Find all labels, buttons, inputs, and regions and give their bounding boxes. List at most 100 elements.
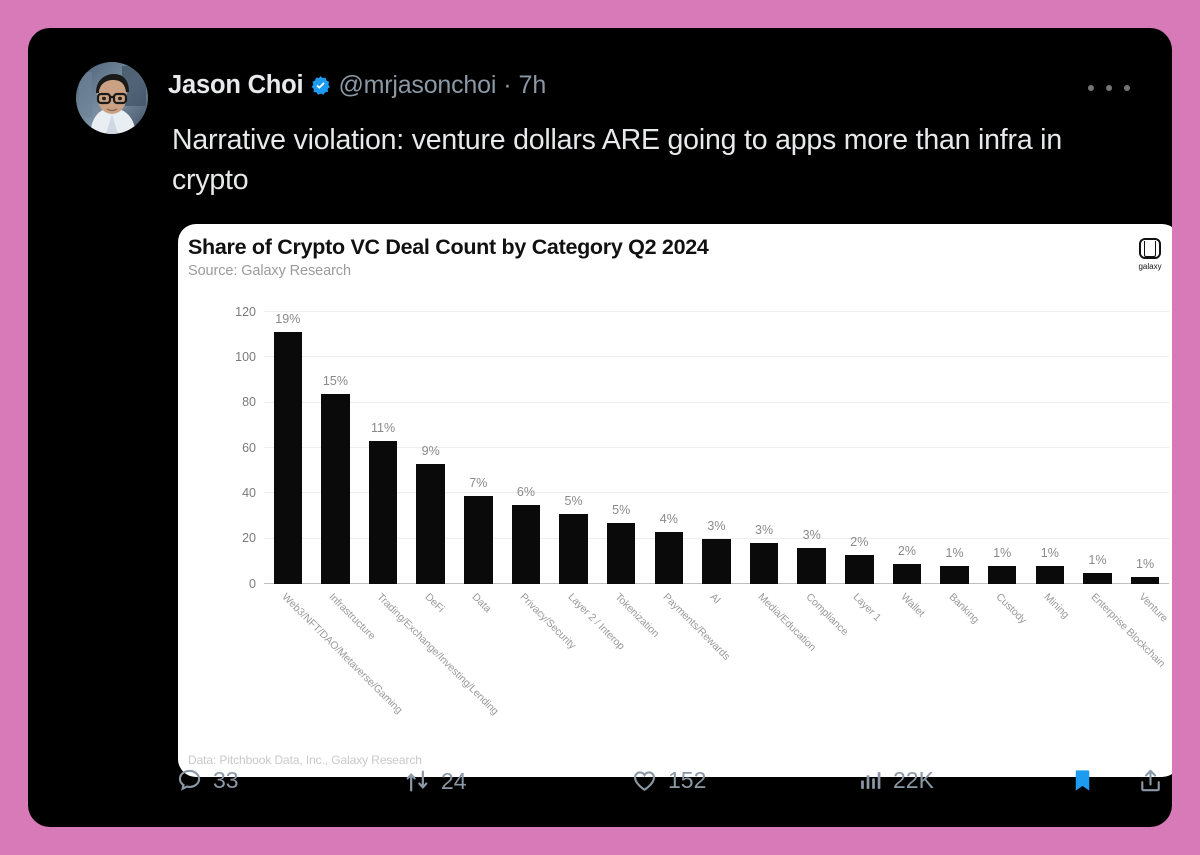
- chart-bar-group: 15%Infrastructure: [312, 312, 360, 584]
- chart-bar-group: 3%Compliance: [788, 312, 836, 584]
- bar-value-label: 6%: [517, 485, 535, 499]
- x-axis-category-label: Infrastructure: [327, 591, 378, 642]
- chart-bar: [655, 532, 684, 584]
- heart-icon: [631, 767, 658, 794]
- chart-bar-group: 5%Tokenization: [597, 312, 645, 584]
- chart-bar: [559, 514, 588, 584]
- x-axis-category-label: Mining: [1041, 591, 1071, 621]
- reply-count: 33: [213, 767, 239, 794]
- bar-value-label: 1%: [946, 546, 964, 560]
- bar-value-label: 1%: [1088, 553, 1106, 567]
- chart-bar: [988, 566, 1017, 584]
- share-button[interactable]: [1137, 767, 1164, 794]
- bar-value-label: 1%: [1041, 546, 1059, 560]
- timestamp[interactable]: 7h: [519, 71, 547, 100]
- tweet-actions: 33 24 152: [28, 763, 1172, 809]
- chart-bar: [416, 464, 445, 584]
- like-button[interactable]: 152: [631, 767, 706, 794]
- x-axis-category-label: Payments/Rewards: [660, 591, 732, 663]
- chart-bar: [845, 555, 874, 584]
- chart-bar-group: 5%Layer 2 / Interop: [550, 312, 598, 584]
- views-button[interactable]: 22K: [858, 767, 934, 794]
- chart-bar-group: 7%Data: [455, 312, 503, 584]
- share-icon: [1137, 767, 1164, 794]
- chart-bar: [797, 548, 826, 584]
- x-axis-category-label: Custody: [994, 591, 1029, 626]
- retweet-button[interactable]: 24: [403, 767, 467, 795]
- bar-value-label: 3%: [803, 528, 821, 542]
- display-name[interactable]: Jason Choi: [168, 71, 303, 100]
- galaxy-logo-icon: galaxy: [1132, 238, 1168, 271]
- bookmark-filled-icon: [1069, 767, 1096, 794]
- chart-bar-group: 1%Venture: [1121, 312, 1169, 584]
- chart-image-card[interactable]: Share of Crypto VC Deal Count by Categor…: [178, 224, 1172, 777]
- chart-bar-group: 1%Custody: [978, 312, 1026, 584]
- x-axis-category-label: Data: [470, 591, 494, 615]
- bar-value-label: 3%: [707, 519, 725, 533]
- chart-subtitle: Source: Galaxy Research: [188, 263, 351, 279]
- chart-bar: [369, 441, 398, 584]
- separator: ·: [503, 71, 511, 100]
- more-options-icon[interactable]: [1088, 76, 1130, 100]
- avatar[interactable]: [76, 62, 148, 134]
- bar-value-label: 9%: [422, 444, 440, 458]
- bar-value-label: 15%: [323, 374, 348, 388]
- chart-bar: [940, 566, 969, 584]
- reply-icon: [176, 767, 203, 794]
- bar-value-label: 19%: [275, 312, 300, 326]
- bar-value-label: 11%: [371, 421, 395, 435]
- bar-value-label: 5%: [565, 494, 583, 508]
- tweet-author: Jason Choi @mrjasonchoi · 7h: [168, 71, 546, 100]
- chart-bar: [321, 394, 350, 584]
- bar-value-label: 5%: [612, 503, 630, 517]
- chart-bar-group: 1%Enterprise Blockchain: [1074, 312, 1122, 584]
- chart-bar-group: 2%Layer 1: [836, 312, 884, 584]
- tweet-header: Jason Choi @mrjasonchoi · 7h: [50, 46, 1150, 116]
- y-axis-tick-label: 20: [242, 531, 256, 545]
- retweet-count: 24: [441, 768, 467, 795]
- like-count: 152: [668, 767, 706, 794]
- y-axis-tick-label: 0: [249, 577, 256, 591]
- handle[interactable]: @mrjasonchoi: [338, 71, 496, 100]
- chart-bar-group: 1%Mining: [1026, 312, 1074, 584]
- x-axis-category-label: AI: [708, 591, 723, 606]
- chart-bar-group: 3%AI: [693, 312, 741, 584]
- bar-value-label: 1%: [1136, 557, 1154, 571]
- chart-bar: [274, 332, 303, 584]
- chart-bar: [893, 564, 922, 584]
- chart-bar: [512, 505, 541, 584]
- bookmark-button[interactable]: [1069, 767, 1096, 794]
- chart-bar-group: 19%Web3/NFT/DAO/Metaverse/Gaming: [264, 312, 312, 584]
- x-axis-category-label: Wallet: [898, 591, 926, 619]
- analytics-icon: [858, 768, 883, 793]
- tweet-card: Jason Choi @mrjasonchoi · 7h Narrative v…: [28, 28, 1172, 827]
- chart-bar-group: 1%Banking: [931, 312, 979, 584]
- bar-value-label: 2%: [850, 535, 868, 549]
- bar-value-label: 4%: [660, 512, 678, 526]
- bar-value-label: 1%: [993, 546, 1011, 560]
- bar-value-label: 3%: [755, 523, 773, 537]
- chart-bar: [750, 543, 779, 584]
- chart-bar: [1036, 566, 1065, 584]
- retweet-icon: [403, 767, 431, 795]
- verified-badge-icon: [310, 75, 331, 96]
- chart-bar-group: 11%Trading/Exchange/Investing/Lending: [359, 312, 407, 584]
- x-axis-category-label: Banking: [946, 591, 981, 626]
- x-axis-category-label: Venture: [1137, 591, 1171, 625]
- screenshot-root: Jason Choi @mrjasonchoi · 7h Narrative v…: [0, 0, 1200, 855]
- x-axis-category-label: Tokenization: [613, 591, 662, 640]
- y-axis-tick-label: 60: [242, 441, 256, 455]
- y-axis-tick-label: 120: [235, 305, 256, 319]
- x-axis-category-label: Compliance: [803, 591, 850, 638]
- tweet-text: Narrative violation: venture dollars ARE…: [172, 120, 1137, 200]
- y-axis-tick-label: 40: [242, 486, 256, 500]
- y-axis-tick-label: 100: [235, 350, 256, 364]
- bar-value-label: 7%: [469, 476, 487, 490]
- chart-bar: [702, 539, 731, 584]
- galaxy-logo-word: galaxy: [1132, 262, 1168, 271]
- chart-bar: [1083, 573, 1112, 584]
- y-axis-tick-label: 80: [242, 395, 256, 409]
- chart-bar: [607, 523, 636, 584]
- chart-bar-group: 6%Privacy/Security: [502, 312, 550, 584]
- reply-button[interactable]: 33: [176, 767, 239, 794]
